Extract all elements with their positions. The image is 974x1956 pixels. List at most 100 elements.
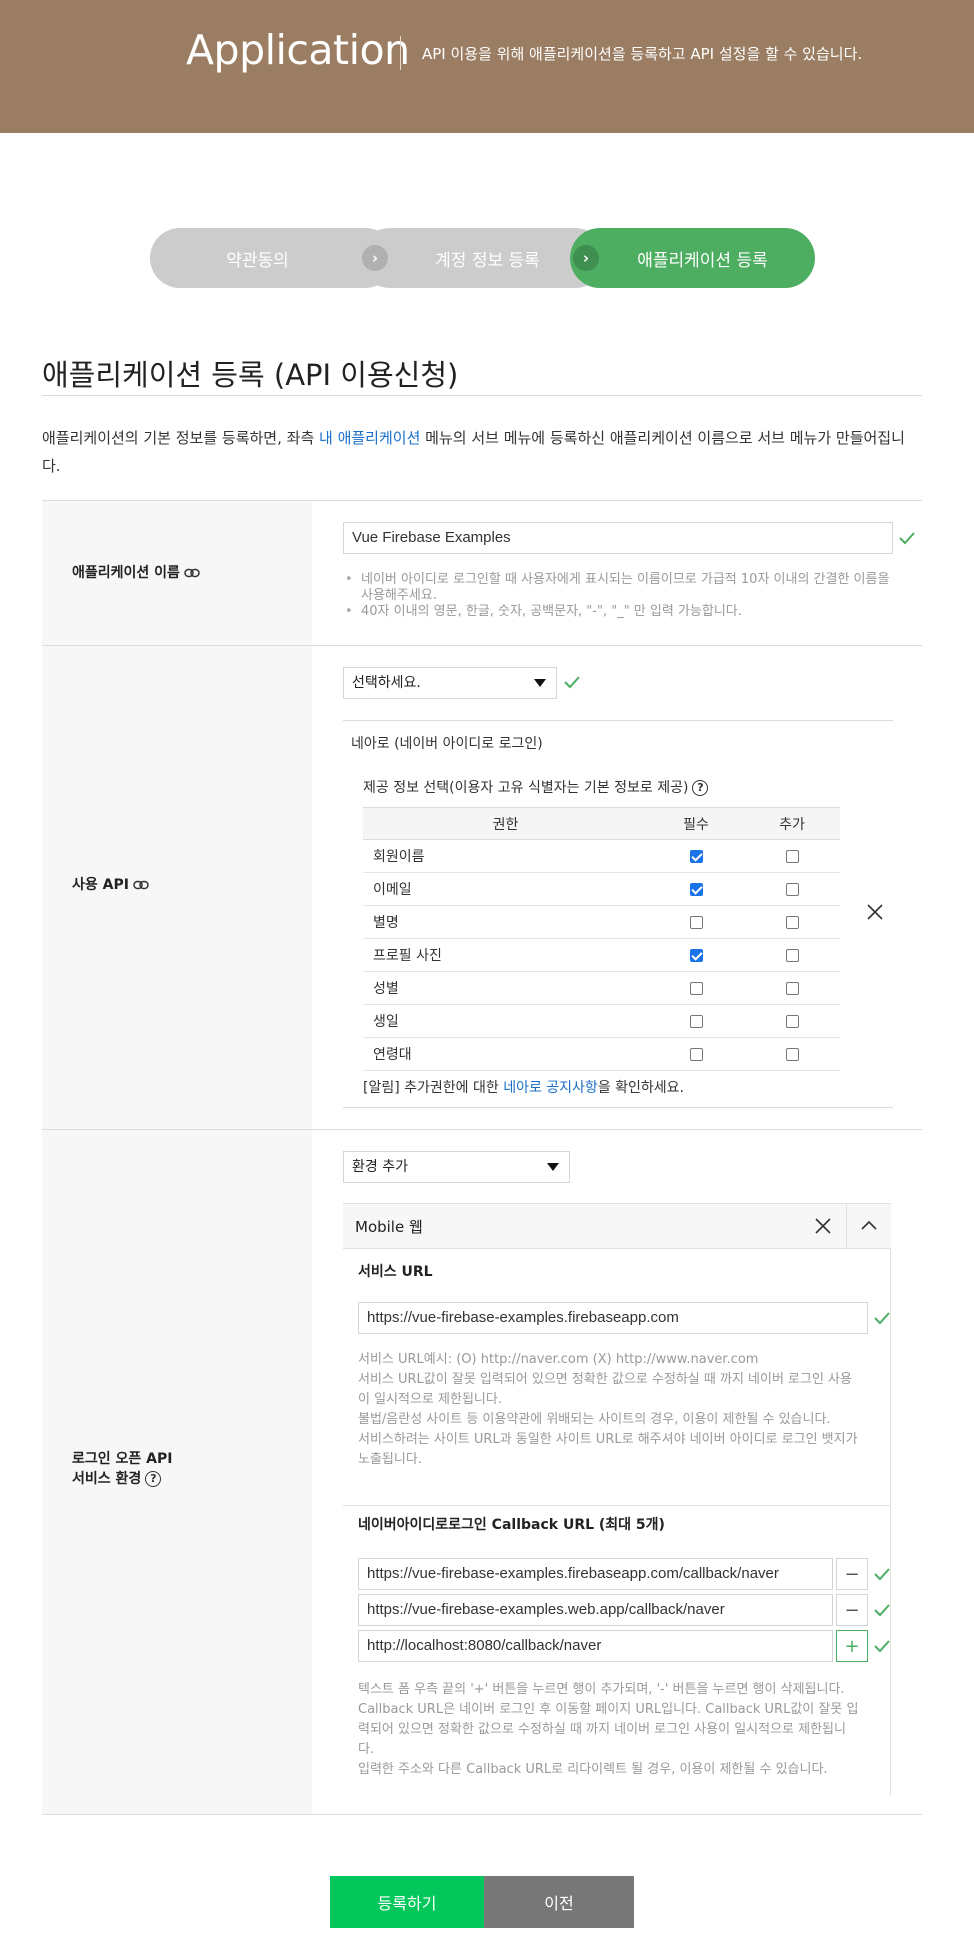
table-row: 회원이름 — [363, 839, 840, 873]
previous-button[interactable]: 이전 — [484, 1876, 634, 1928]
table-row: 생일 — [363, 1004, 840, 1038]
permission-required-checkbox[interactable] — [689, 948, 703, 962]
notice-link[interactable]: 네아로 공지사항 — [503, 1080, 598, 1096]
api-select-value: 선택하세요. — [352, 675, 421, 691]
service-url-hints: 서비스 URL예시: (O) http://naver.com (X) http… — [358, 1350, 878, 1470]
header-divider — [400, 36, 401, 70]
help-icon[interactable]: ? — [692, 780, 709, 796]
step-terms-label: 약관동의 — [226, 250, 289, 271]
hint-line: 서비스 URL예시: (O) http://naver.com (X) http… — [358, 1352, 759, 1367]
permission-required-checkbox[interactable] — [689, 849, 703, 863]
env-select[interactable]: 환경 추가 — [343, 1151, 570, 1183]
step-indicator: 약관동의 계정 정보 등록 애플리케이션 등록 › › — [150, 228, 815, 288]
permission-optional-cell — [744, 971, 840, 1005]
column-optional: 추가 — [744, 807, 840, 840]
permission-title-text: 제공 정보 선택(이용자 고유 식별자는 기본 정보로 제공) — [363, 780, 689, 796]
permission-title: 제공 정보 선택(이용자 고유 식별자는 기본 정보로 제공)? — [363, 777, 709, 797]
permission-optional-cell — [744, 938, 840, 972]
permission-optional-checkbox[interactable] — [785, 849, 799, 863]
my-applications-link[interactable]: 내 애플리케이션 — [319, 429, 420, 447]
step-application-label: 애플리케이션 등록 — [637, 250, 768, 271]
check-icon — [874, 1604, 890, 1617]
header-description: API 이용을 위해 애플리케이션을 등록하고 API 설정을 할 수 있습니다… — [422, 45, 863, 63]
table-header-row: 권한 필수 추가 — [363, 807, 840, 840]
permission-name: 프로필 사진 — [363, 938, 648, 972]
permission-table: 권한 필수 추가 회원이름 이메일 별명 프로필 사진 성별 생일 연령대 — [363, 807, 840, 1071]
intro-text: 애플리케이션의 기본 정보를 등록하면, 좌측 내 애플리케이션 메뉴의 서브 … — [42, 424, 922, 480]
callback-url-input[interactable]: http://localhost:8080/callback/naver — [358, 1630, 833, 1662]
table-row: 성별 — [363, 971, 840, 1005]
check-icon — [874, 1568, 890, 1581]
column-permission: 권한 — [363, 807, 648, 840]
header-title: Application — [186, 26, 410, 74]
permission-optional-cell — [744, 1004, 840, 1038]
api-select[interactable]: 선택하세요. — [343, 667, 557, 699]
env-panel-header: Mobile 웹 — [343, 1204, 891, 1249]
permission-optional-checkbox[interactable] — [785, 1014, 799, 1028]
add-row-button[interactable]: + — [836, 1630, 868, 1662]
permission-required-cell — [648, 905, 744, 939]
chevron-right-icon: › — [573, 245, 599, 271]
hint-line: 서비스 URL값이 잘못 입력되어 있으면 정확한 값으로 수정하실 때 까지 … — [358, 1372, 852, 1387]
hint-line: 노출됩니다. — [358, 1452, 422, 1467]
permission-required-checkbox[interactable] — [689, 981, 703, 995]
step-account: 계정 정보 등록 — [360, 228, 605, 288]
link-icon[interactable] — [184, 568, 200, 578]
remove-row-button[interactable]: − — [836, 1594, 868, 1626]
check-icon — [899, 532, 915, 545]
env-label-line2-wrap: 서비스 환경? — [72, 1469, 172, 1489]
table-row: 별명 — [363, 905, 840, 939]
app-name-note: 네이버 아이디로 로그인할 때 사용자에게 표시되는 이름이므로 가급적 10자… — [345, 572, 890, 604]
callback-url-input[interactable]: https://vue-firebase-examples.firebaseap… — [358, 1558, 833, 1590]
close-icon[interactable] — [815, 1218, 831, 1234]
hint-line: 서비스하려는 사이트 URL과 동일한 사이트 URL로 해주셔야 네이버 아이… — [358, 1432, 858, 1447]
permission-optional-checkbox[interactable] — [785, 882, 799, 896]
notice-text-end: 을 확인하세요. — [597, 1080, 685, 1096]
env-panel-title: Mobile 웹 — [355, 1218, 423, 1236]
step-application: 애플리케이션 등록 — [570, 228, 815, 288]
permission-required-cell — [648, 872, 744, 906]
permission-optional-cell — [744, 1037, 840, 1071]
permission-optional-checkbox[interactable] — [785, 981, 799, 995]
permission-required-checkbox[interactable] — [689, 1047, 703, 1061]
divider — [343, 1505, 891, 1506]
permission-optional-cell — [744, 872, 840, 906]
permission-optional-checkbox[interactable] — [785, 1047, 799, 1061]
help-icon[interactable]: ? — [145, 1471, 162, 1487]
register-button[interactable]: 등록하기 — [330, 1876, 484, 1928]
permission-name: 생일 — [363, 1004, 648, 1038]
page-title: 애플리케이션 등록 (API 이용신청) — [42, 358, 459, 392]
permission-required-cell — [648, 938, 744, 972]
close-icon[interactable] — [866, 903, 884, 921]
link-icon[interactable] — [133, 880, 149, 890]
callback-url-input[interactable]: https://vue-firebase-examples.web.app/ca… — [358, 1594, 833, 1626]
app-name-input[interactable]: Vue Firebase Examples — [343, 522, 893, 554]
check-icon — [874, 1312, 890, 1325]
permission-optional-checkbox[interactable] — [785, 915, 799, 929]
hint-line: 텍스트 폼 우측 끝의 '+' 버튼을 누르면 행이 추가되며, '-' 버튼을… — [358, 1682, 845, 1697]
chevron-down-icon — [534, 679, 546, 687]
hint-line: 입력한 주소와 다른 Callback URL로 리다이렉트 될 경우, 이용이… — [358, 1762, 828, 1777]
permission-required-cell — [648, 839, 744, 873]
notice-text-start: [알림] 추가권한에 대한 — [363, 1080, 504, 1096]
permission-required-checkbox[interactable] — [689, 882, 703, 896]
table-row: 이메일 — [363, 872, 840, 906]
divider — [42, 395, 922, 396]
service-url-label: 서비스 URL — [358, 1264, 433, 1280]
chevron-up-icon[interactable] — [861, 1220, 877, 1230]
hint-line: 력되어 있으면 정확한 값으로 수정하실 때 까지 네이버 로그인 사용이 일시… — [358, 1722, 846, 1737]
permission-required-cell — [648, 1037, 744, 1071]
permission-name: 성별 — [363, 971, 648, 1005]
selected-api-name: 네아로 (네이버 아이디로 로그인) — [351, 736, 543, 752]
divider — [42, 1814, 922, 1815]
callback-url-label: 네이버아이디로로그인 Callback URL (최대 5개) — [358, 1517, 665, 1533]
intro-text-start: 애플리케이션의 기본 정보를 등록하면, 좌측 — [42, 429, 320, 447]
permission-required-checkbox[interactable] — [689, 915, 703, 929]
chevron-right-icon: › — [362, 245, 388, 271]
hint-line: 불법/음란성 사이트 등 이용약관에 위배되는 사이트의 경우, 이용이 제한될… — [358, 1412, 831, 1427]
permission-optional-checkbox[interactable] — [785, 948, 799, 962]
check-icon — [564, 676, 580, 689]
permission-required-checkbox[interactable] — [689, 1014, 703, 1028]
service-url-input[interactable]: https://vue-firebase-examples.firebaseap… — [358, 1302, 868, 1334]
remove-row-button[interactable]: − — [836, 1558, 868, 1590]
